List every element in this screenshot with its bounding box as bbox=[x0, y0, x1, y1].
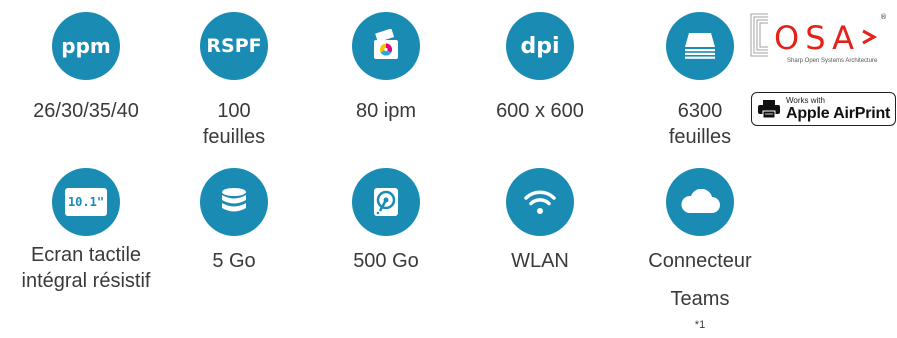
feature-ppm: ppm 26/30/35/40 bbox=[11, 12, 161, 124]
svg-text:Sharp Open Systems Architectur: Sharp Open Systems Architecture bbox=[787, 58, 878, 64]
feature-screen: 10.1" Ecran tactile intégral résistif bbox=[11, 168, 161, 294]
feature-label: 80 ipm bbox=[355, 100, 417, 122]
osa-logo: OSA ® Sharp Open Systems Architecture bbox=[750, 8, 892, 68]
printer-icon bbox=[758, 100, 780, 118]
feature-label: 100 feuilles bbox=[202, 100, 266, 148]
feature-label: 600 x 600 bbox=[496, 100, 584, 122]
feature-label: Ecran tactile intégral résistif bbox=[21, 244, 151, 292]
ppm-icon: ppm bbox=[52, 12, 120, 80]
feature-label: WLAN bbox=[511, 250, 569, 272]
feature-scan: 80 ipm bbox=[311, 12, 461, 124]
scanner-icon bbox=[352, 12, 420, 80]
wifi-icon bbox=[506, 168, 574, 236]
screen-icon: 10.1" bbox=[52, 168, 120, 236]
dpi-icon: dpi bbox=[506, 12, 574, 80]
airprint-big-text: Apple AirPrint bbox=[786, 104, 891, 122]
feature-label: 500 Go bbox=[353, 250, 419, 272]
airprint-small-text: Works with bbox=[786, 95, 825, 105]
svg-text:OSA: OSA bbox=[774, 19, 860, 57]
feature-wlan: WLAN bbox=[465, 168, 615, 274]
feature-teams: Connecteur Teams *1 bbox=[625, 168, 775, 338]
feature-label: 26/30/35/40 bbox=[33, 100, 139, 122]
airprint-badge: Works with Apple AirPrint bbox=[751, 92, 896, 126]
feature-storage: 5 Go bbox=[159, 168, 309, 274]
svg-text:®: ® bbox=[880, 13, 887, 21]
feature-rspf: RSPF 100 feuilles bbox=[159, 12, 309, 150]
database-icon bbox=[200, 168, 268, 236]
feature-hdd: 500 Go bbox=[311, 168, 461, 274]
feature-dpi: dpi 600 x 600 bbox=[465, 12, 615, 124]
feature-label: Connecteur Teams *1 bbox=[625, 248, 775, 338]
rspf-icon: RSPF bbox=[200, 12, 268, 80]
feature-label: 5 Go bbox=[212, 250, 256, 272]
cloud-icon bbox=[666, 168, 734, 236]
hard-drive-icon bbox=[352, 168, 420, 236]
paper-stack-icon bbox=[666, 12, 734, 80]
